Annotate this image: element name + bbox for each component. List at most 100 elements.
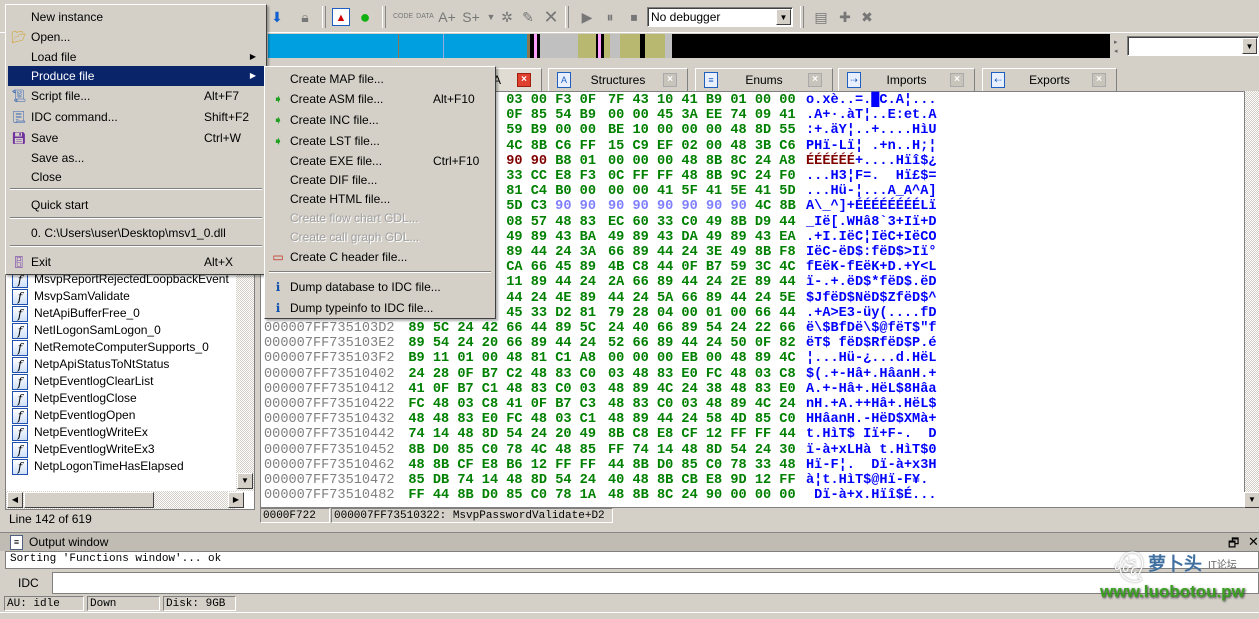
menu-item-create-lst-file[interactable]: ➧ Create LST file... xyxy=(267,131,493,151)
toolbar-grip[interactable] xyxy=(382,6,386,28)
menu-item-create-asm-file[interactable]: ➧ Create ASM file... Alt+F10 xyxy=(267,89,493,109)
chevron-down-icon[interactable]: ▼ xyxy=(776,9,791,25)
nav-scroll-arrows[interactable]: ▸ ◂ xyxy=(1114,38,1118,56)
make-data-icon[interactable]: DATA xyxy=(416,8,434,26)
function-name: NetpEventlogOpen xyxy=(34,408,136,422)
function-name: NetpEventlogWriteEx3 xyxy=(34,442,155,456)
navigation-band[interactable] xyxy=(268,34,1110,58)
lock-icon[interactable]: 🔒︎ xyxy=(296,8,314,26)
menu-item-label: Load file xyxy=(31,50,77,64)
close-icon[interactable]: × xyxy=(517,73,531,87)
debugger-select[interactable]: No debugger ▼ xyxy=(647,7,793,27)
hex-ascii: ...Hü-¦...A_A^A] xyxy=(806,184,937,200)
menu-separator xyxy=(10,217,262,219)
hex-bytes-right: 03 48 83 E0 FC 48 03 C8 xyxy=(608,366,796,382)
menu-item-label: Close xyxy=(31,170,62,184)
idc-label: IDC xyxy=(18,576,39,590)
menu-item-script-file[interactable]: 📜︎ Script file... Alt+F7 xyxy=(8,86,264,106)
hex-bytes-right: 49 89 43 DA 49 89 43 EA xyxy=(608,229,796,245)
close-icon[interactable]: × xyxy=(1092,73,1106,87)
menu-item-idc-command[interactable]: 📃︎ IDC command... Shift+F2 xyxy=(8,107,264,127)
make-struct-icon[interactable]: S+ xyxy=(462,8,480,26)
menu-item-quick-start[interactable]: Quick start xyxy=(8,195,264,215)
menu-item-label: Script file... xyxy=(31,89,91,103)
play-icon[interactable]: ▶ xyxy=(578,8,596,26)
scroll-down-icon[interactable]: ▼ xyxy=(237,473,253,489)
output-log[interactable]: Sorting 'Functions window'... ok xyxy=(5,551,1259,569)
toolbar-grip[interactable] xyxy=(322,6,326,28)
pause-icon[interactable]: ⏸ xyxy=(601,8,619,26)
functions-line-status: Line 142 of 619 xyxy=(9,512,92,526)
add-breakpoint-icon[interactable]: ✚ xyxy=(836,8,854,26)
close-icon[interactable]: × xyxy=(663,73,677,87)
menu-item-shortcut: Alt+X xyxy=(204,255,234,269)
delete-breakpoint-icon[interactable]: ✖ xyxy=(858,8,876,26)
hex-bytes-right: 48 83 C0 03 48 89 4C 24 xyxy=(608,397,796,412)
tab-structures[interactable]: A Structures × xyxy=(548,68,688,91)
bottom-edge xyxy=(0,612,1259,619)
menu-item-new-instance[interactable]: New instance xyxy=(8,7,264,27)
hex-bytes-right: 44 24 5A 66 89 44 24 5E xyxy=(608,290,796,306)
hex-ascii: $JfëD$NëD$ZfëD$^ xyxy=(806,290,937,306)
current-location: 000007FF73510322: MsvpPasswordValidate+D… xyxy=(331,508,613,523)
idc-command-input[interactable] xyxy=(52,572,1259,594)
hex-ascii: à¦t.HìT$@Hï-F¥. xyxy=(806,473,929,488)
hex-address: 000007FF73510402 xyxy=(264,366,395,382)
functions-list[interactable]: ▼ ◀ ▶ ffMsvpReportRejectedLoopbackEventf… xyxy=(5,255,255,510)
make-array-icon[interactable]: ✲ xyxy=(498,8,516,26)
menu-item-0-c-users-user-desktop-msv1-0-dll[interactable]: 0. C:\Users\user\Desktop\msv1_0.dll xyxy=(8,223,264,243)
menu-item-create-c-header-file[interactable]: ▭ Create C header file... xyxy=(267,247,493,267)
menu-item-create-html-file[interactable]: Create HTML file... xyxy=(267,189,493,209)
warning-icon[interactable]: ▲ xyxy=(332,8,350,26)
menu-item-create-exe-file[interactable]: Create EXE file... Ctrl+F10 xyxy=(267,151,493,171)
scroll-down-icon[interactable]: ▼ xyxy=(1244,492,1259,508)
hex-vertical-scrollbar[interactable]: ▼ xyxy=(1244,91,1259,508)
chevron-down-icon[interactable]: ▼ xyxy=(1242,38,1257,54)
scroll-left-icon[interactable]: ◀ xyxy=(7,492,23,508)
menu-item-close[interactable]: Close xyxy=(8,167,264,187)
menu-item-save[interactable]: 💾︎ Save Ctrl+W xyxy=(8,128,264,148)
save-disk-icon: 💾︎ xyxy=(11,131,27,145)
menu-item-dump-database-to-idc-file[interactable]: ℹ Dump database to IDC file... xyxy=(267,277,493,297)
scroll-right-icon[interactable]: ▶ xyxy=(228,492,244,508)
function-name: NetApiBufferFree_0 xyxy=(34,306,140,320)
hex-ascii: IëC-ëD$:fëD$>Iï° xyxy=(806,245,937,260)
hex-bytes-right: 79 28 04 00 01 00 66 44 xyxy=(608,305,796,321)
tab-imports[interactable]: ⇢ Imports × xyxy=(838,68,975,91)
menu-item-create-dif-file[interactable]: Create DIF file... xyxy=(267,170,493,190)
output-window-title: Output window xyxy=(29,535,109,549)
toolbar-grip[interactable] xyxy=(800,6,804,28)
debugger-options-icon[interactable]: ▤ xyxy=(812,8,830,26)
menu-item-exit[interactable]: 🚪︎ Exit Alt+X xyxy=(8,252,264,272)
menu-item-create-inc-file[interactable]: ➧ Create INC file... xyxy=(267,110,493,130)
menu-item-produce-file[interactable]: Produce file ▶ xyxy=(8,66,264,86)
functions-vertical-scrollbar[interactable]: ▼ xyxy=(236,263,254,491)
toolbar-grip[interactable] xyxy=(565,6,569,28)
hex-bytes-left: B9 11 01 00 48 81 C1 A8 xyxy=(408,351,596,367)
make-string-icon[interactable]: A+ xyxy=(438,8,456,26)
functions-horizontal-scrollbar[interactable]: ◀ ▶ xyxy=(6,491,244,509)
green-run-icon[interactable]: ● xyxy=(356,8,374,26)
menu-item-label: Save as... xyxy=(31,151,85,165)
function-name: NetRemoteComputerSupports_0 xyxy=(34,340,209,354)
menu-item-open[interactable]: 📂︎ Open... xyxy=(8,27,264,47)
segment-select[interactable]: ▼ xyxy=(1127,36,1259,56)
make-code-icon[interactable]: CODE xyxy=(393,8,413,26)
jump-down-arrow-icon[interactable]: ⬇ xyxy=(268,8,286,26)
nop-ascii: ÉÉÉÉÉÉ xyxy=(806,153,855,169)
tab-exports[interactable]: ⇠ Exports × xyxy=(982,68,1117,91)
close-icon[interactable]: × xyxy=(808,73,822,87)
menu-item-label: Dump database to IDC file... xyxy=(290,280,441,294)
tab-enums[interactable]: ≡ Enums × xyxy=(695,68,833,91)
hex-bytes-left: 89 54 24 20 66 89 44 24 xyxy=(408,336,596,352)
scroll-thumb[interactable] xyxy=(24,492,154,508)
menu-item-dump-typeinfo-to-idc-file[interactable]: ℹ Dump typeinfo to IDC file... xyxy=(267,298,493,318)
function-icon: f xyxy=(12,306,28,322)
menu-item-create-map-file[interactable]: Create MAP file... xyxy=(267,69,493,89)
edit-icon[interactable]: ✎ xyxy=(519,8,537,26)
undefine-x-icon[interactable]: ✕ xyxy=(542,8,560,26)
menu-item-load-file[interactable]: Load file ▶ xyxy=(8,47,264,67)
menu-item-save-as[interactable]: Save as... xyxy=(8,148,264,168)
close-icon[interactable]: × xyxy=(950,73,964,87)
stop-icon[interactable]: ⏹ xyxy=(625,8,643,26)
